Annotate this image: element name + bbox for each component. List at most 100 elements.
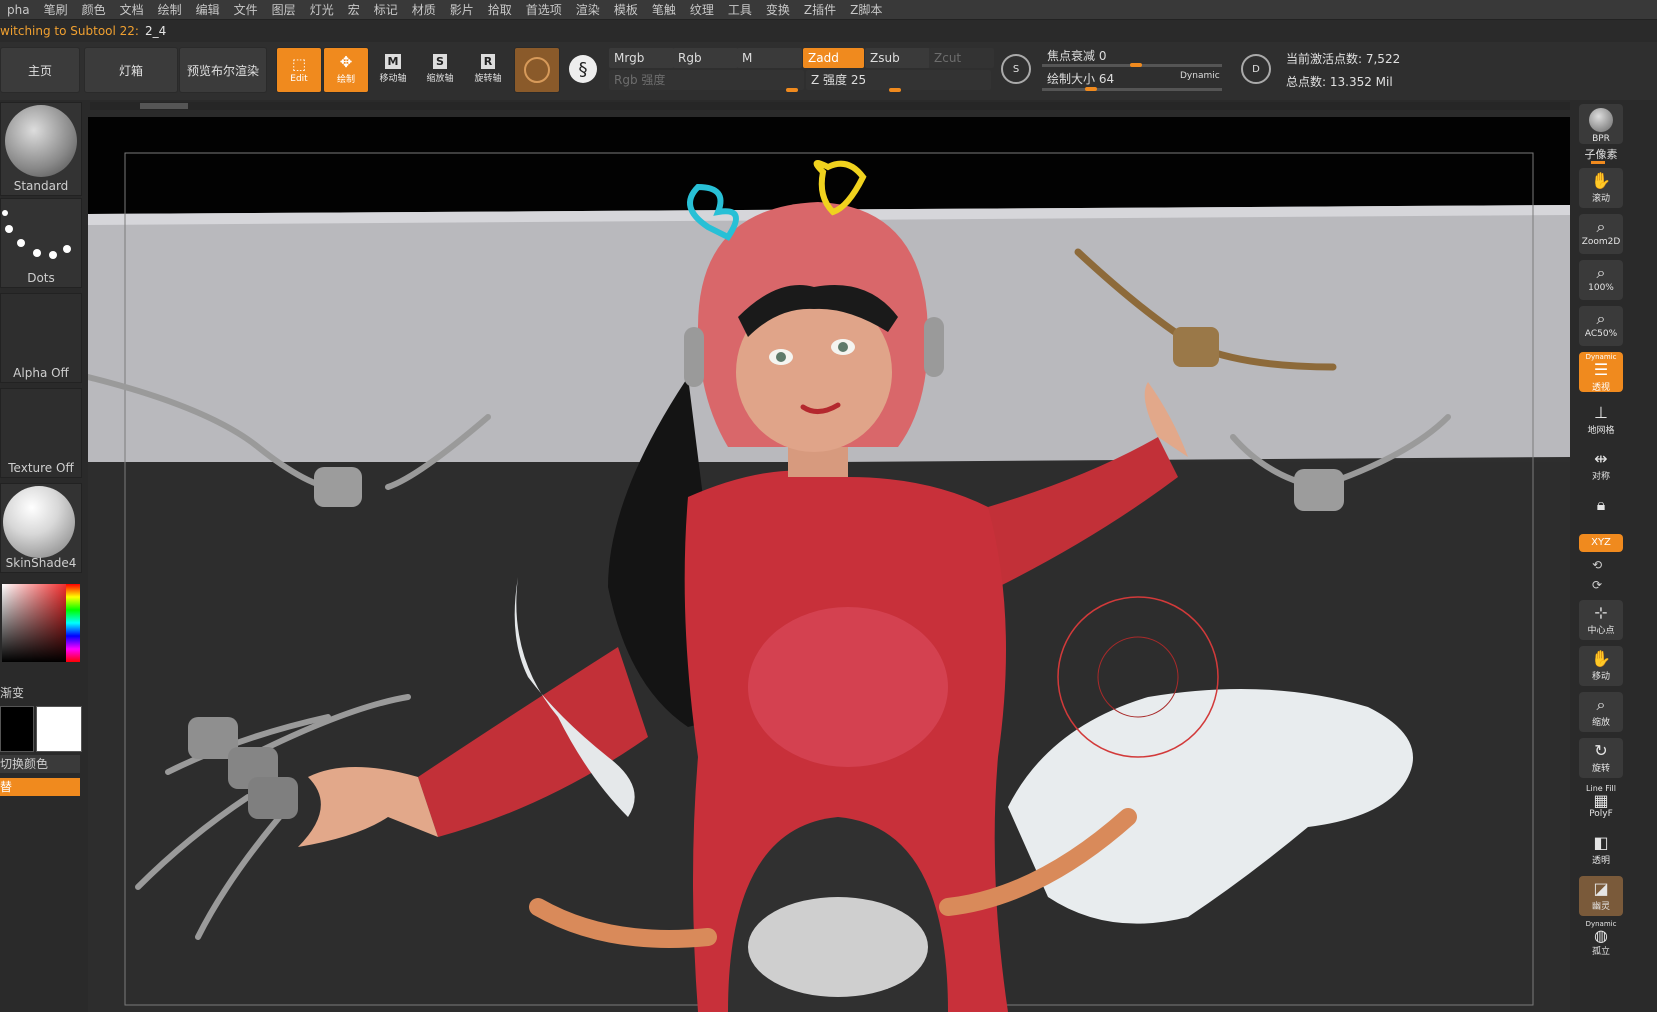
symmetry-button[interactable]: ⇹ 对称	[1579, 446, 1623, 486]
z-intensity-knob[interactable]	[889, 88, 901, 92]
alpha-slot[interactable]: Alpha Off	[0, 293, 82, 383]
menu-item[interactable]: 变换	[759, 1, 797, 18]
scale-view-button[interactable]: ⌕ 缩放	[1579, 692, 1623, 732]
z-intensity-slider[interactable]: Z 强度 25	[806, 70, 991, 90]
menu-item[interactable]: 笔触	[645, 1, 683, 18]
polyframe-button[interactable]: Line Fill ▦ PolyF	[1579, 784, 1623, 824]
lock-button[interactable]: 🔒︎	[1579, 492, 1623, 532]
edit-button[interactable]: ⬚ Edit	[276, 47, 322, 93]
move-view-button[interactable]: ✋ 移动	[1579, 646, 1623, 686]
actual-size-icon: ⌕	[1596, 263, 1606, 282]
scroll-button[interactable]: ✋ 滚动	[1579, 168, 1623, 208]
replace-button[interactable]: 替	[0, 778, 80, 796]
ghost-button[interactable]: ◪ 幽灵	[1579, 876, 1623, 916]
rotate-y-icon[interactable]: ⟲	[1592, 558, 1602, 572]
perspective-button[interactable]: Dynamic ☰ 透视	[1579, 352, 1623, 393]
actual-size-button[interactable]: ⌕ 100%	[1579, 260, 1623, 300]
material-sphere-button[interactable]	[514, 47, 560, 93]
bpr-preview-label: 预览布尔渲染	[186, 63, 259, 78]
lightbox-button[interactable]: 灯箱	[84, 47, 178, 93]
spiral-button[interactable]: §	[563, 47, 603, 91]
ac50-button[interactable]: ⌕ AC50%	[1579, 306, 1623, 346]
material-slot[interactable]: SkinShade4	[0, 483, 82, 573]
lightbox-label: 灯箱	[118, 63, 143, 78]
lock-icon: 🔒︎	[1596, 495, 1606, 514]
menu-item[interactable]: 编辑	[189, 1, 227, 18]
canvas-scrollbar[interactable]	[90, 102, 1570, 110]
brush-label: Standard	[13, 179, 69, 193]
mrgb-toggle[interactable]: Mrgb	[609, 48, 674, 68]
d-brush-button[interactable]: D	[1236, 47, 1276, 91]
menu-item[interactable]: 文件	[227, 1, 265, 18]
menu-bar: pha 笔刷 颜色 文档 绘制 编辑 文件 图层 灯光宏标记 材质 影片 拾取 首选项 渲染 模板 笔触 纹理工…	[0, 0, 1657, 20]
rgb-intensity-slider[interactable]: Rgb 强度	[609, 70, 804, 90]
menu-item[interactable]: 笔刷	[37, 1, 75, 18]
zsub-toggle[interactable]: Zsub	[865, 48, 930, 68]
ac50-icon: ⌕	[1596, 309, 1606, 328]
menu-item[interactable]: Z插件	[797, 1, 843, 18]
menu-item[interactable]: 渲染	[569, 1, 607, 18]
bpr-preview-button[interactable]: 预览布尔渲染	[179, 47, 267, 93]
ghost-icon: ◪	[1593, 879, 1609, 898]
hue-strip[interactable]	[66, 584, 80, 662]
focal-shift-knob[interactable]	[1130, 63, 1142, 67]
menu-item[interactable]: 图层	[265, 1, 303, 18]
menu-item[interactable]: 影片	[443, 1, 481, 18]
secondary-color-swatch[interactable]	[0, 706, 34, 752]
texture-label: Texture Off	[8, 461, 74, 475]
zoom2d-button[interactable]: ⌕ Zoom2D	[1579, 214, 1623, 254]
rgb-intensity-knob[interactable]	[786, 88, 798, 92]
rgb-toggle[interactable]: Rgb	[673, 48, 738, 68]
scale-label: 缩放轴	[426, 74, 454, 84]
scale-button[interactable]: S 缩放轴	[418, 47, 462, 91]
texture-slot[interactable]: Texture Off	[0, 388, 82, 478]
rotate-button[interactable]: R 旋转轴	[466, 47, 510, 91]
zadd-toggle[interactable]: Zadd	[803, 48, 864, 68]
zcut-toggle[interactable]: Zcut	[929, 48, 994, 68]
solo-button[interactable]: Dynamic ◍ 孤立	[1579, 920, 1623, 960]
menu-item[interactable]: 标记	[367, 1, 405, 18]
center-button[interactable]: ⊹ 中心点	[1579, 600, 1623, 640]
xyz-button[interactable]: XYZ	[1579, 534, 1623, 552]
rotate-z-icon[interactable]: ⟳	[1592, 578, 1602, 592]
center-icon: ⊹	[1594, 603, 1608, 622]
home-button[interactable]: 主页	[0, 47, 80, 93]
s-brush-button[interactable]: S	[996, 47, 1036, 91]
menu-item[interactable]: 拾取	[481, 1, 519, 18]
ac50-label: AC50%	[1584, 329, 1618, 339]
menu-item[interactable]: 文档	[113, 1, 151, 18]
move-button[interactable]: M 移动轴	[371, 47, 415, 91]
brush-slot[interactable]: Standard	[0, 102, 82, 196]
rotate-view-button[interactable]: ↻ 旋转	[1579, 738, 1623, 778]
menu-item[interactable]: 首选项	[519, 1, 569, 18]
dynamic-label[interactable]: Dynamic	[1180, 71, 1220, 81]
menu-item[interactable]: 宏	[341, 1, 367, 18]
menu-item[interactable]: 绘制	[151, 1, 189, 18]
swap-color-button[interactable]: 切换颜色	[0, 755, 80, 773]
bpr-button[interactable]: BPR	[1579, 104, 1623, 144]
subpixel-slider[interactable]	[1591, 161, 1605, 164]
menu-item[interactable]: 灯光	[303, 1, 341, 18]
gradient-label[interactable]: 渐变	[0, 684, 24, 701]
draw-size-track[interactable]	[1042, 88, 1222, 91]
floor-button[interactable]: ⊥ 地网格	[1579, 400, 1623, 440]
menu-item[interactable]: 颜色	[75, 1, 113, 18]
canvas-scroll-thumb[interactable]	[140, 103, 188, 109]
menu-item[interactable]: 模板	[607, 1, 645, 18]
menu-item[interactable]: Z脚本	[843, 1, 889, 18]
draw-size-slider[interactable]: 绘制大小 64	[1042, 69, 1177, 89]
m-toggle[interactable]: M	[737, 48, 802, 68]
draw-button[interactable]: ✥ 绘制	[323, 47, 369, 93]
transparency-button[interactable]: ◧ 透明	[1579, 830, 1623, 870]
canvas-viewport[interactable]	[88, 117, 1570, 1012]
menu-item[interactable]: pha	[0, 3, 37, 17]
draw-size-knob[interactable]	[1085, 87, 1097, 91]
menu-item[interactable]: 纹理	[683, 1, 721, 18]
menu-item[interactable]: 材质	[405, 1, 443, 18]
subpixel-label[interactable]: 子像素	[1579, 146, 1623, 162]
move-label: 移动轴	[379, 74, 407, 84]
menu-item[interactable]: 工具	[721, 1, 759, 18]
main-color-swatch[interactable]	[36, 706, 82, 752]
stroke-slot[interactable]: Dots	[0, 198, 82, 288]
rotate-icon: R	[480, 54, 496, 69]
